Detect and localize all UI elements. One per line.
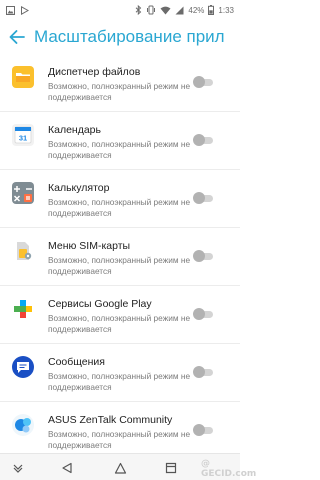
vibrate-icon (146, 5, 156, 15)
status-bar: 42% 1:33 (0, 0, 240, 20)
app-list: Диспетчер файлов Возможно, полноэкранный… (0, 54, 240, 460)
list-item[interactable]: Диспетчер файлов Возможно, полноэкранный… (0, 54, 240, 112)
recents-icon (165, 462, 177, 473)
app-name: Калькулятор (48, 182, 110, 194)
list-item[interactable]: Калькулятор Возможно, полноэкранный режи… (0, 170, 240, 228)
bluetooth-icon (135, 5, 142, 15)
signal-icon (175, 6, 184, 15)
fullscreen-toggle[interactable] (193, 192, 214, 204)
page-title: Масштабирование прил (34, 27, 225, 46)
app-status-text: Возможно, полноэкранный режим не поддерж… (48, 139, 191, 160)
status-left (6, 5, 29, 15)
svg-text:31: 31 (19, 133, 27, 142)
list-item[interactable]: 31 Календарь Возможно, полноэкранный реж… (0, 112, 240, 170)
watermark: @ GECID.com (201, 459, 257, 479)
list-item[interactable]: ASUS ZenTalk Community Возможно, полноэк… (0, 402, 240, 460)
battery-percent: 42% (188, 5, 205, 15)
back-icon (62, 462, 72, 473)
fullscreen-toggle[interactable] (193, 76, 214, 88)
app-status-text: Возможно, полноэкранный режим не поддерж… (48, 197, 191, 218)
google-play-services-icon (14, 300, 32, 318)
list-item[interactable]: Сервисы Google Play Возможно, полноэкран… (0, 286, 240, 344)
app-status-text: Возможно, полноэкранный режим не поддерж… (48, 255, 191, 276)
home-icon (114, 462, 126, 474)
app-name: Диспетчер файлов (48, 66, 141, 78)
app-name: Сообщения (48, 356, 105, 368)
folder-icon (12, 66, 34, 88)
fullscreen-toggle[interactable] (193, 250, 214, 262)
collapse-button[interactable] (3, 454, 33, 480)
fullscreen-toggle[interactable] (193, 308, 214, 320)
app-status-text: Возможно, полноэкранный режим не поддерж… (48, 81, 191, 102)
nav-back-button[interactable] (52, 454, 82, 480)
app-bar: Масштабирование прил (0, 20, 240, 54)
app-name: ASUS ZenTalk Community (48, 414, 173, 426)
nav-recents-button[interactable] (156, 454, 186, 480)
app-status-text: Возможно, полноэкранный режим не поддерж… (48, 429, 191, 450)
app-name: Календарь (48, 124, 101, 136)
app-name: Меню SIM-карты (48, 240, 131, 252)
wifi-icon (160, 6, 171, 15)
list-item[interactable]: Сообщения Возможно, полноэкранный режим … (0, 344, 240, 402)
collapse-icon (13, 464, 23, 473)
image-notification-icon (6, 5, 15, 15)
back-button[interactable] (0, 20, 34, 54)
fullscreen-toggle[interactable] (193, 134, 214, 146)
list-item[interactable]: Меню SIM-карты Возможно, полноэкранный р… (0, 228, 240, 286)
sim-card-icon (17, 242, 32, 260)
nav-home-button[interactable] (105, 454, 135, 480)
calendar-icon: 31 (12, 124, 34, 146)
fullscreen-toggle[interactable] (193, 366, 214, 378)
calculator-icon (12, 182, 34, 204)
clock: 1:33 (218, 5, 234, 15)
app-status-text: Возможно, полноэкранный режим не поддерж… (48, 313, 191, 334)
arrow-back-icon (9, 30, 25, 44)
play-store-notification-icon (20, 5, 29, 15)
fullscreen-toggle[interactable] (193, 424, 214, 436)
battery-icon (208, 5, 215, 15)
status-right: 42% 1:33 (135, 5, 234, 15)
app-status-text: Возможно, полноэкранный режим не поддерж… (48, 371, 191, 392)
messages-icon (12, 356, 34, 378)
app-name: Сервисы Google Play (48, 298, 152, 310)
zentalk-icon (12, 414, 34, 436)
